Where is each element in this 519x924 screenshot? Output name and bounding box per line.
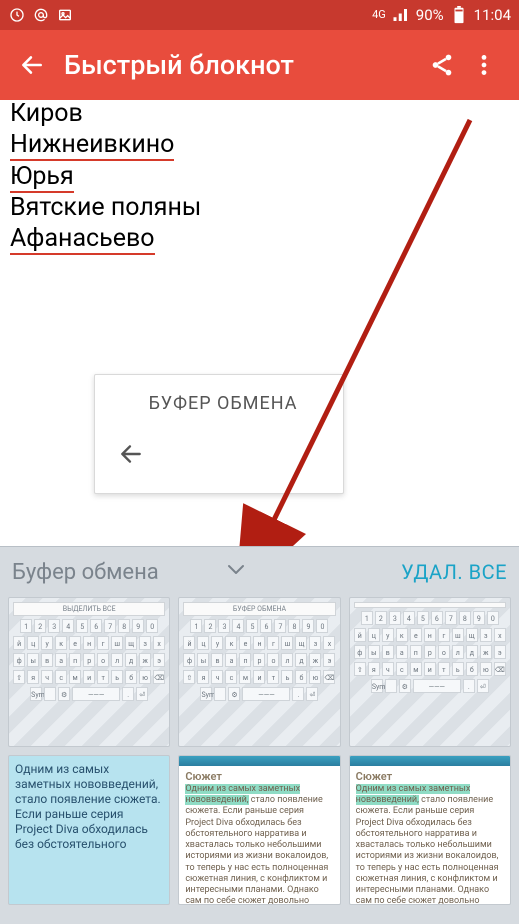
clipboard-collapse-button[interactable]: [219, 557, 253, 587]
battery-percent: 90%: [416, 6, 444, 24]
signal-icon: [392, 6, 410, 24]
clipboard-item[interactable]: Одним из самых заметных нововведений, ст…: [8, 755, 170, 905]
overflow-button[interactable]: [463, 44, 505, 86]
note-line: Киров: [10, 100, 509, 129]
battery-icon: [450, 6, 468, 24]
back-button[interactable]: [14, 47, 50, 83]
clipboard-item[interactable]: БУФЕР ОБМЕНА1234567890йцукенгшщзхфывапро…: [178, 597, 340, 747]
note-editor[interactable]: КировНижнеивкиноЮрьяВятские поляныАфанас…: [0, 100, 519, 370]
note-line: Вятские поляны: [10, 192, 509, 223]
status-bar: 4G 90% 11:04: [0, 0, 519, 30]
at-icon: [32, 6, 50, 24]
clipboard-item[interactable]: СюжетОдним из самых заметных нововведени…: [178, 755, 340, 905]
clock-icon: [8, 6, 26, 24]
clipboard-popup: БУФЕР ОБМЕНА: [94, 374, 344, 494]
note-line: Нижнеивкино: [10, 129, 509, 160]
clipboard-panel: Буфер обмена УДАЛ. ВСЕ ВЫДЕЛИТЬ ВСЕ12345…: [0, 546, 519, 924]
image-icon: [56, 6, 74, 24]
clipboard-item[interactable]: СюжетОдним из самых заметных нововведени…: [349, 755, 511, 905]
share-button[interactable]: [421, 44, 463, 86]
clipboard-popup-title: БУФЕР ОБМЕНА: [113, 393, 333, 414]
clipboard-panel-title: Буфер обмена: [12, 560, 159, 585]
note-line: Афанасьево: [10, 223, 509, 254]
app-bar: Быстрый блокнот: [0, 30, 519, 100]
note-line: Юрья: [10, 161, 509, 192]
clock-time: 11:04: [474, 6, 511, 24]
clipboard-item[interactable]: 1234567890йцукенгшщзхфывапролджэ⇧ячсмить…: [349, 597, 511, 747]
clipboard-item[interactable]: ВЫДЕЛИТЬ ВСЕ1234567890йцукенгшщзхфывапро…: [8, 597, 170, 747]
clipboard-clear-button[interactable]: УДАЛ. ВСЕ: [401, 560, 507, 584]
app-title: Быстрый блокнот: [64, 49, 421, 81]
clipboard-grid: ВЫДЕЛИТЬ ВСЕ1234567890йцукенгшщзхфывапро…: [0, 597, 519, 905]
clipboard-popup-back-button[interactable]: [113, 436, 149, 472]
network-label: 4G: [372, 10, 386, 20]
